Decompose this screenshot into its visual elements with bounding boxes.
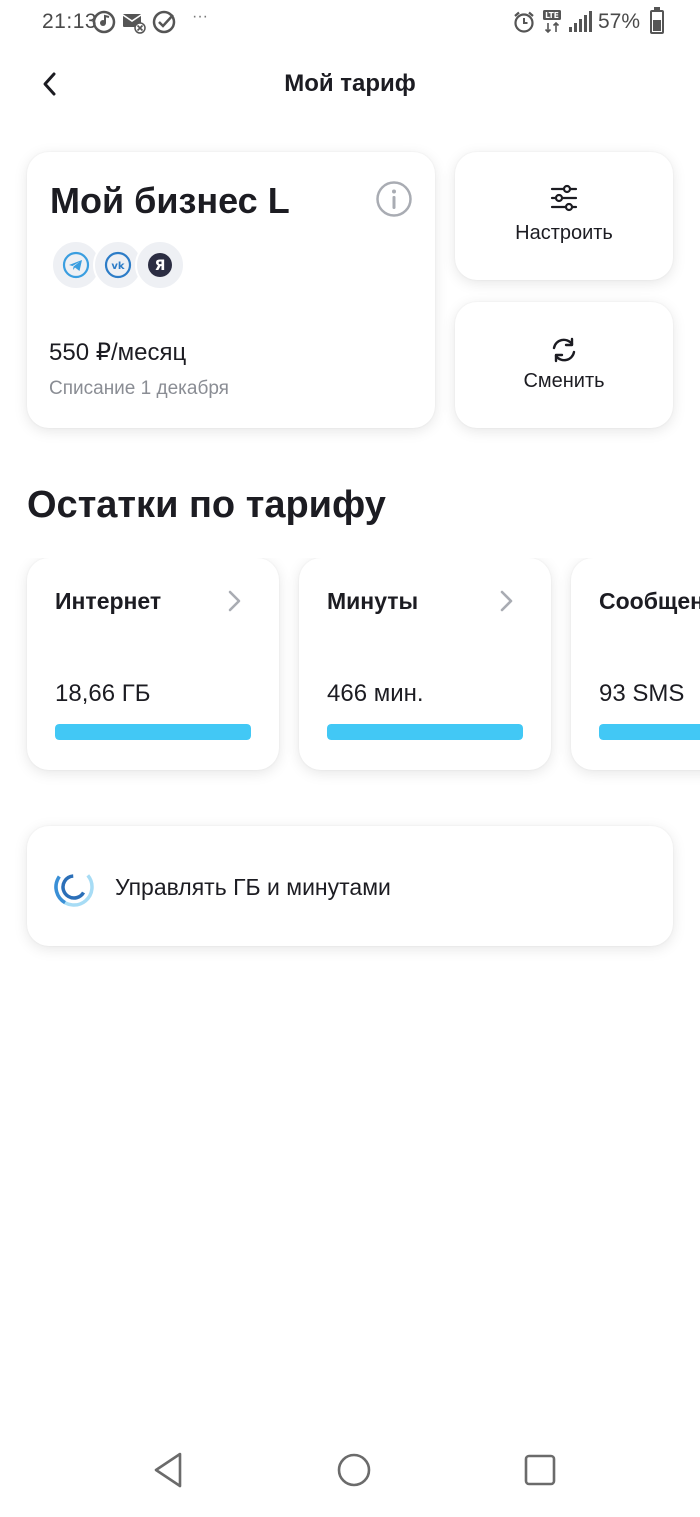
tariff-name: Мой бизнес L <box>50 180 290 221</box>
balance-progress-bar <box>327 724 523 740</box>
check-circle-icon <box>152 10 176 34</box>
sliders-icon <box>550 184 578 212</box>
status-notifications <box>92 10 176 34</box>
change-label: Сменить <box>523 370 605 392</box>
triangle-back-icon <box>154 1452 182 1488</box>
yandex-icon: Я <box>135 240 185 290</box>
svg-text:Я: Я <box>155 258 166 274</box>
lte-icon: LTE <box>542 10 561 34</box>
balance-title: Минуты <box>327 588 419 614</box>
balance-progress-bar <box>599 724 700 740</box>
charge-date: Списание 1 декабря <box>49 378 229 399</box>
configure-button[interactable]: Настроить <box>455 152 673 280</box>
app-header: Мой тариф <box>0 60 700 110</box>
balances-carousel[interactable]: Интернет 18,66 ГБ Минуты 466 мин. Сообще… <box>0 558 700 788</box>
manage-rings-icon <box>54 867 94 907</box>
svg-text:vk: vk <box>111 261 125 272</box>
balance-progress-bar <box>55 724 251 740</box>
balance-card-internet[interactable]: Интернет 18,66 ГБ <box>27 558 279 770</box>
status-bar: 21:13 ··· LTE 57% <box>0 0 700 46</box>
included-apps: vk Я <box>51 240 185 290</box>
nav-home-button[interactable] <box>329 1445 379 1495</box>
status-right: LTE 57% <box>512 7 664 35</box>
manage-label: Управлять ГБ и минутами <box>115 874 391 900</box>
system-navigation-bar <box>0 1427 700 1517</box>
balance-value: 466 мин. <box>327 680 424 707</box>
refresh-icon <box>552 337 576 363</box>
balance-value: 93 SMS <box>599 680 685 707</box>
battery-icon <box>650 7 664 34</box>
balance-title: Сообщения <box>599 588 700 614</box>
balance-title: Интернет <box>55 588 162 614</box>
balance-card-sms[interactable]: Сообщения 93 SMS <box>571 558 700 770</box>
music-icon <box>92 10 116 34</box>
battery-percent: 57% <box>597 10 640 33</box>
nav-recent-button[interactable] <box>515 1445 565 1495</box>
signal-icon <box>568 11 592 32</box>
circle-home-icon <box>337 1453 371 1487</box>
change-tariff-button[interactable]: Сменить <box>455 302 673 428</box>
configure-label: Настроить <box>515 222 613 244</box>
manage-gb-minutes-button[interactable]: Управлять ГБ и минутами <box>27 826 673 946</box>
tariff-price: 550 ₽/месяц <box>49 339 187 366</box>
balances-section-title: Остатки по тарифу <box>27 484 386 526</box>
chevron-right-icon <box>500 590 513 612</box>
balance-card-minutes[interactable]: Минуты 466 мин. <box>299 558 551 770</box>
tariff-card: Мой бизнес L vk Я 550 ₽/месяц Списание 1… <box>27 152 435 428</box>
alarm-icon <box>514 11 534 33</box>
mail-muted-icon <box>122 14 146 34</box>
nav-back-button[interactable] <box>143 1445 193 1495</box>
page-title: Мой тариф <box>284 70 416 97</box>
info-icon[interactable] <box>375 180 413 218</box>
svg-text:LTE: LTE <box>545 11 559 20</box>
status-time: 21:13 <box>42 10 98 33</box>
more-notifications-icon: ··· <box>192 8 208 25</box>
square-recent-icon <box>524 1454 556 1486</box>
balance-value: 18,66 ГБ <box>55 680 151 707</box>
chevron-right-icon <box>228 590 241 612</box>
